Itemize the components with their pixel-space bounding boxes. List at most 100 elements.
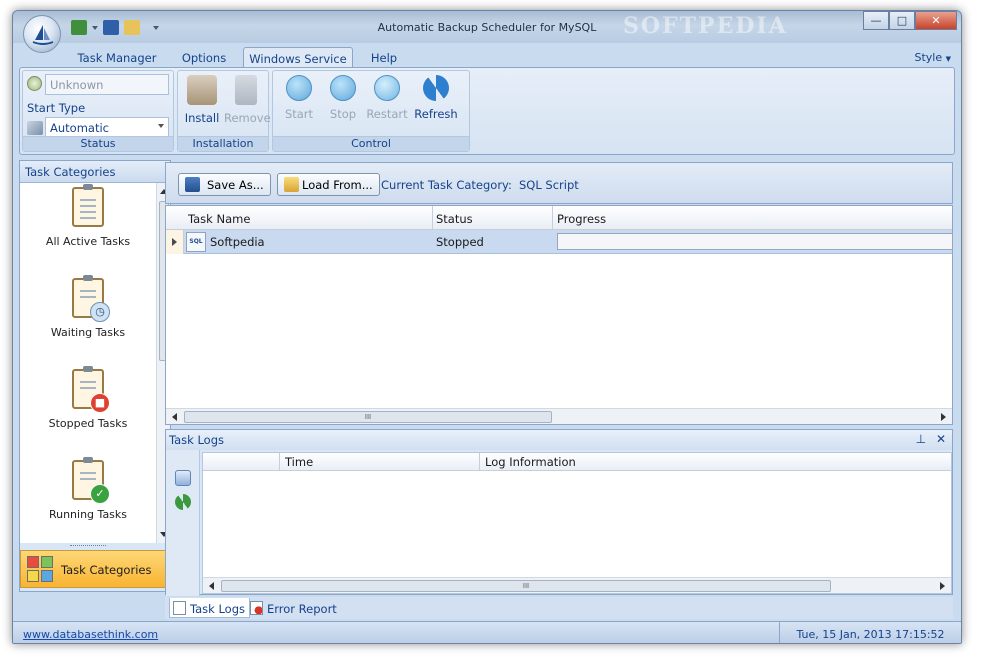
- grid-horizontal-scrollbar[interactable]: III: [166, 408, 952, 424]
- task-toolbar: Save As... Load From... Current Task Cat…: [165, 162, 953, 204]
- column-divider[interactable]: [479, 453, 480, 471]
- task-categories-header: Task Categories: [20, 161, 170, 183]
- start-type-icon: [27, 121, 43, 135]
- restart-button[interactable]: Restart: [365, 75, 409, 131]
- tab-task-logs[interactable]: Task Logs: [169, 598, 251, 618]
- column-time[interactable]: Time: [285, 455, 313, 469]
- website-link[interactable]: www.databasethink.com: [23, 628, 158, 641]
- minimize-button[interactable]: —: [863, 11, 889, 30]
- ribbon-panel: Unknown Start Type Automatic Status Inst…: [19, 67, 955, 155]
- start-type-select[interactable]: Automatic: [45, 117, 169, 138]
- stop-icon: [330, 75, 356, 101]
- customize-toolbar-icon[interactable]: [153, 25, 159, 30]
- service-status-icon: [27, 76, 42, 91]
- tab-error-report[interactable]: Error Report: [247, 598, 341, 618]
- status-group: Unknown Start Type Automatic Status: [22, 70, 174, 152]
- save-icon: [185, 177, 200, 192]
- tab-task-manager[interactable]: Task Manager: [71, 47, 163, 68]
- clipboard-check-icon: ✓: [72, 457, 110, 504]
- tab-help[interactable]: Help: [359, 47, 409, 68]
- column-progress[interactable]: Progress: [557, 212, 606, 226]
- column-task-name[interactable]: Task Name: [188, 212, 250, 226]
- clipboard-stop-icon: ■: [72, 366, 110, 413]
- task-logs-pane: Task Logs ⊥ ✕ Time Log Information III: [165, 429, 953, 596]
- task-grid: Task Name Status Progress SQL Softpedia …: [165, 205, 953, 425]
- scroll-right-icon[interactable]: [940, 582, 945, 590]
- new-task-icon[interactable]: [71, 20, 87, 35]
- app-window: SOFTPEDIA Automatic Backup Scheduler for…: [12, 10, 962, 644]
- control-group: Start Stop Restart Refresh Control: [272, 70, 470, 152]
- task-name-cell: Softpedia: [210, 235, 265, 249]
- control-group-label: Control: [273, 136, 469, 151]
- clock-icon: ◷: [90, 302, 110, 322]
- scroll-right-icon[interactable]: [941, 413, 946, 421]
- pin-icon[interactable]: ⊥: [916, 432, 926, 446]
- chevron-down-icon: ▼: [945, 55, 951, 63]
- task-logs-title: Task Logs: [169, 433, 225, 447]
- close-button[interactable]: ✕: [915, 11, 957, 30]
- window-controls: — □ ✕: [863, 11, 957, 30]
- play-icon: [286, 75, 312, 101]
- save-icon[interactable]: [103, 20, 119, 35]
- table-row[interactable]: SQL Softpedia Stopped: [166, 230, 953, 254]
- scrollbar-thumb[interactable]: III: [184, 411, 552, 423]
- start-button[interactable]: Start: [277, 75, 321, 131]
- column-divider[interactable]: [279, 453, 280, 471]
- category-waiting-tasks[interactable]: ◷ Waiting Tasks: [20, 275, 156, 366]
- snowflake-icon: [374, 75, 400, 101]
- open-folder-icon: [284, 177, 299, 192]
- tab-error-report-label: Error Report: [267, 602, 337, 616]
- install-label: Install: [184, 111, 220, 125]
- scroll-left-icon[interactable]: [172, 413, 177, 421]
- stop-icon: ■: [90, 393, 110, 413]
- nav-button-label: Task Categories: [61, 563, 152, 577]
- application-menu-button[interactable]: [23, 15, 61, 53]
- installation-group-label: Installation: [178, 136, 268, 151]
- category-label: Stopped Tasks: [48, 417, 128, 430]
- tab-options[interactable]: Options: [169, 47, 239, 68]
- chevron-down-icon[interactable]: [92, 25, 98, 30]
- current-category-value: SQL Script: [519, 178, 579, 192]
- column-divider[interactable]: [432, 206, 433, 230]
- close-icon[interactable]: ✕: [936, 432, 946, 446]
- maximize-button[interactable]: □: [889, 11, 915, 30]
- task-categories-pane: Task Categories All Active Tasks ◷ Waiti…: [19, 160, 171, 592]
- stop-label: Stop: [329, 107, 357, 121]
- scrollbar-thumb[interactable]: III: [221, 580, 831, 592]
- status-datetime: Tue, 15 Jan, 2013 17:15:52: [779, 622, 961, 643]
- pane-controls: ⊥ ✕: [916, 432, 946, 446]
- column-log-information[interactable]: Log Information: [485, 455, 576, 469]
- column-status[interactable]: Status: [436, 212, 473, 226]
- refresh-button[interactable]: Refresh: [409, 75, 463, 131]
- ribbon-tabs: Task Manager Options Windows Service Hel…: [13, 43, 961, 68]
- task-logs-title-bar: Task Logs ⊥ ✕: [166, 430, 952, 450]
- clipboard-icon: [72, 184, 104, 227]
- save-as-button[interactable]: Save As...: [178, 173, 271, 196]
- start-type-label: Start Type: [27, 101, 86, 115]
- category-all-active-tasks[interactable]: All Active Tasks: [20, 184, 156, 275]
- tab-windows-service[interactable]: Windows Service: [243, 47, 353, 68]
- app-logo-icon: [32, 25, 54, 45]
- category-running-tasks[interactable]: ✓ Running Tasks: [20, 457, 156, 548]
- log-grid-header: Time Log Information: [203, 453, 951, 471]
- log-horizontal-scrollbar[interactable]: III: [203, 577, 951, 593]
- refresh-icon[interactable]: [175, 494, 191, 510]
- view-log-icon[interactable]: [175, 470, 191, 486]
- quick-access-toolbar: [71, 20, 159, 35]
- open-folder-icon[interactable]: [124, 20, 140, 35]
- start-type-value: Automatic: [50, 121, 109, 135]
- category-stopped-tasks[interactable]: ■ Stopped Tasks: [20, 366, 156, 457]
- style-menu-label: Style: [914, 51, 943, 64]
- splitter-grip[interactable]: [70, 545, 106, 548]
- category-label: Running Tasks: [48, 508, 128, 521]
- install-button[interactable]: Install: [180, 75, 224, 131]
- scroll-left-icon[interactable]: [209, 582, 214, 590]
- nav-button-task-categories[interactable]: Task Categories: [20, 550, 170, 588]
- remove-button[interactable]: Remove: [224, 75, 271, 131]
- clipboard-clock-icon: ◷: [72, 275, 110, 322]
- column-divider[interactable]: [552, 206, 553, 230]
- stop-button[interactable]: Stop: [321, 75, 365, 131]
- load-from-button[interactable]: Load From...: [277, 173, 380, 196]
- refresh-icon: [423, 75, 449, 101]
- style-menu[interactable]: Style ▼: [914, 51, 951, 64]
